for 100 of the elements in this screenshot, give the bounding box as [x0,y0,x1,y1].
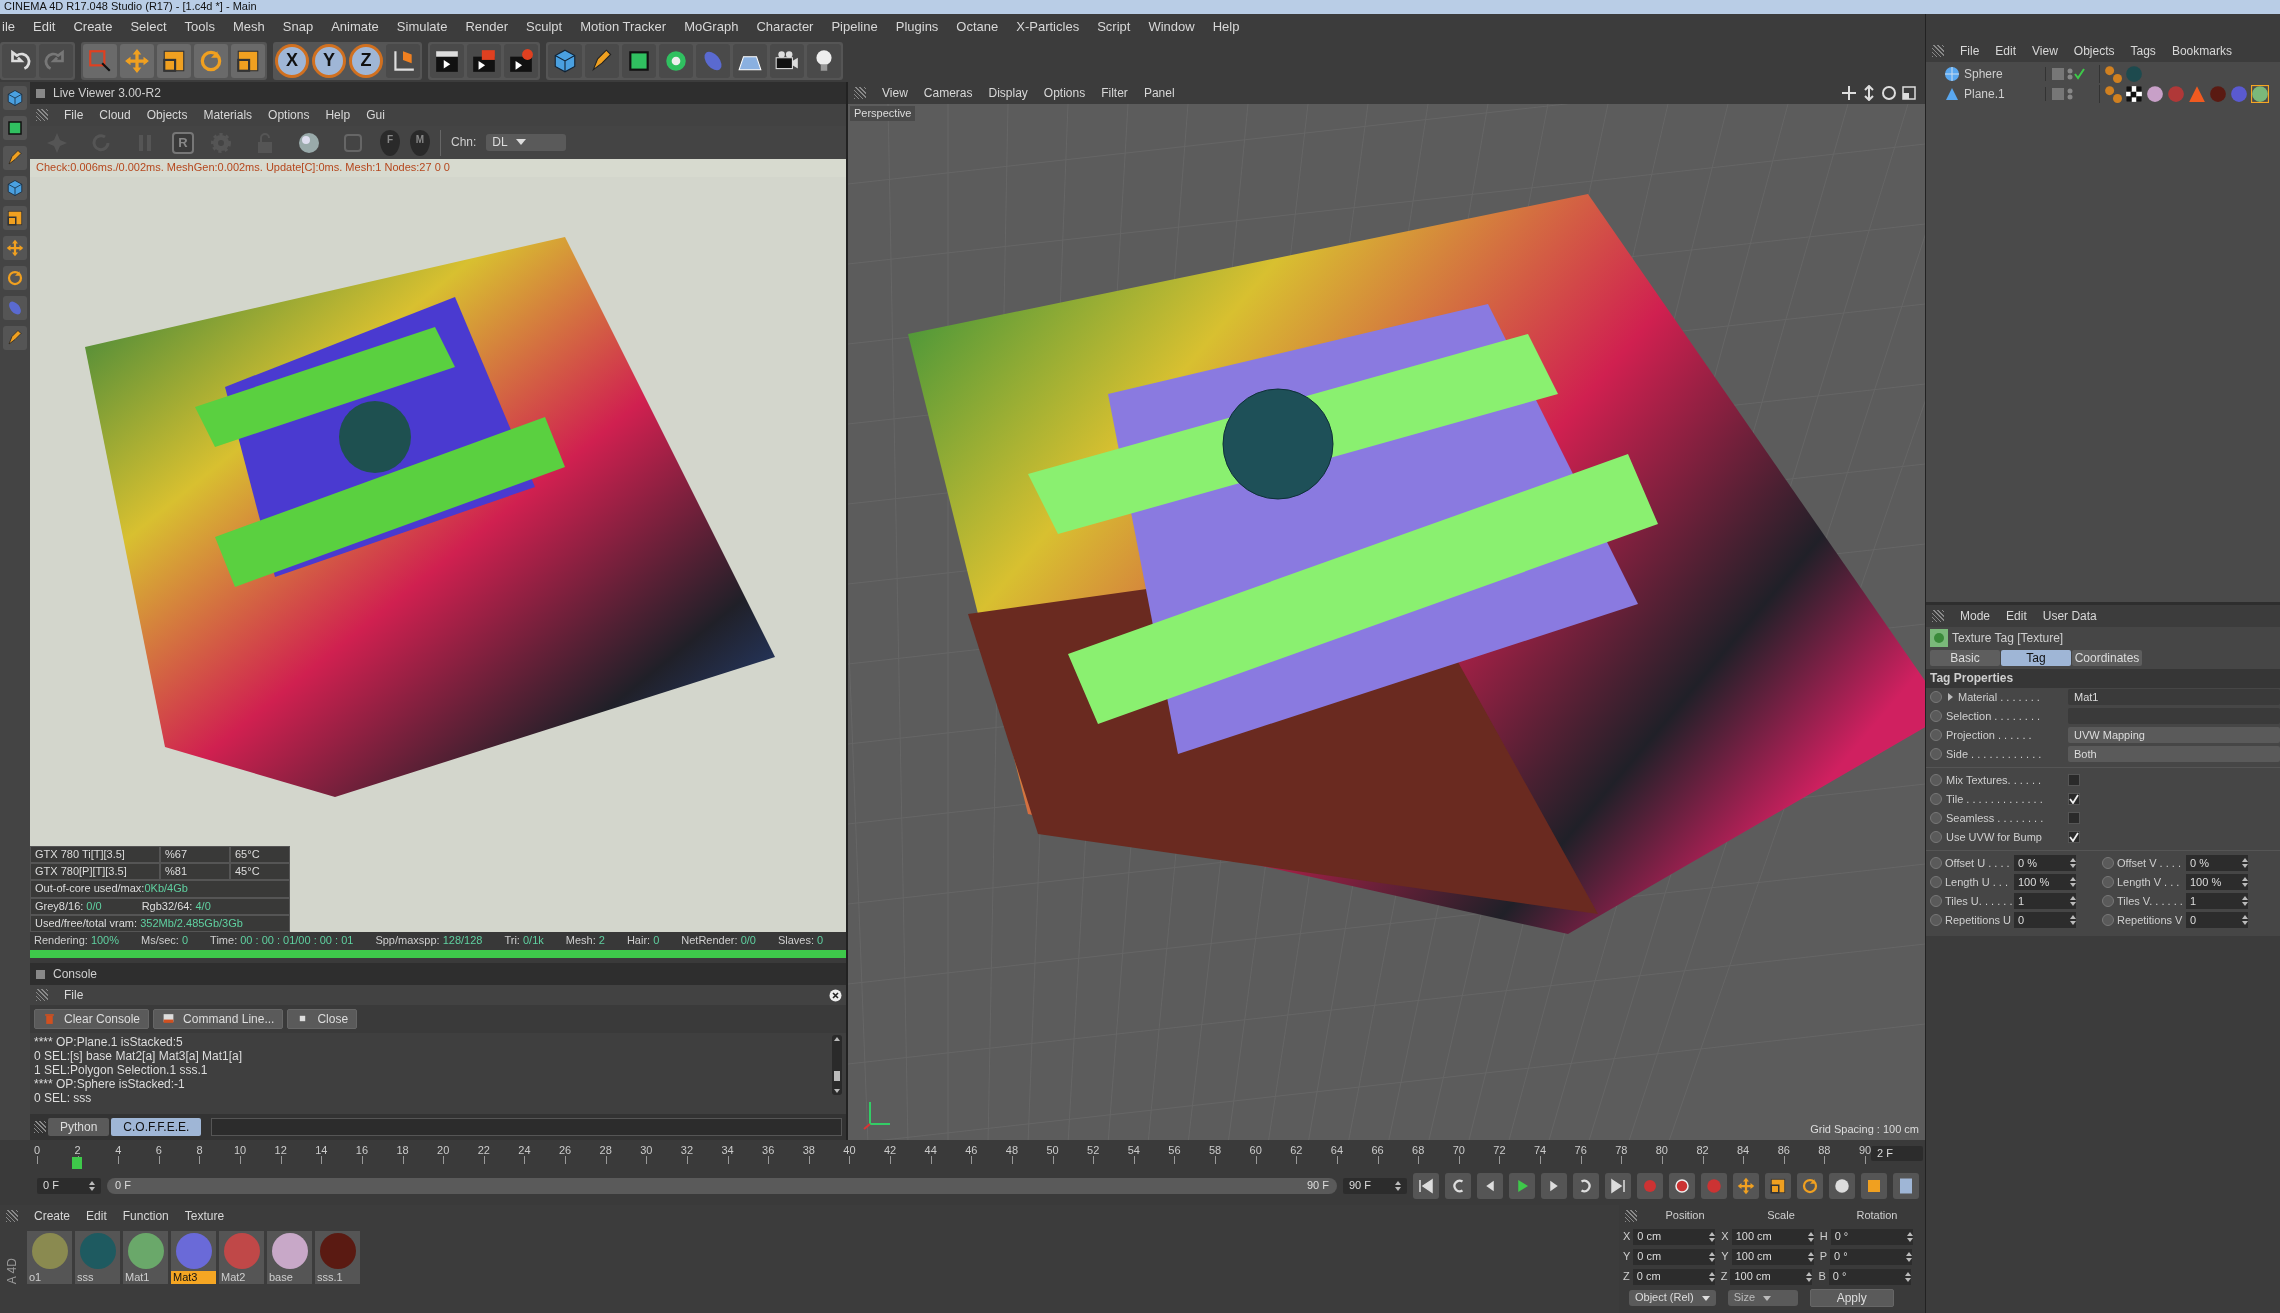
menu-item[interactable]: Display [988,85,1028,101]
menu-item[interactable]: Character [756,19,814,35]
menu-item[interactable]: View [882,85,908,101]
grip-icon[interactable] [1932,45,1944,57]
menu-item[interactable]: Mode [1960,608,1991,624]
end-frame-field[interactable]: 90 F [1343,1178,1407,1194]
go-to-start-icon[interactable] [1413,1173,1439,1199]
spinner-icon[interactable] [1806,1272,1813,1282]
menu-item[interactable]: Script [1097,19,1131,35]
menu-item[interactable]: Pipeline [831,19,878,35]
menu-item[interactable]: Bookmarks [2171,43,2232,59]
dropdown[interactable]: Both [2068,746,2280,763]
number-field[interactable]: 0 [2186,912,2248,929]
panel-handle-icon[interactable] [36,88,45,98]
console-button[interactable]: Close [287,1008,358,1030]
menu-item[interactable]: Create [73,19,113,35]
spinner-icon[interactable] [2070,858,2076,869]
material-tag-icon[interactable] [2146,85,2164,103]
checkbox[interactable] [2068,793,2080,806]
attribute-tab[interactable]: Tag [2001,650,2071,667]
spinner-icon[interactable] [89,1181,95,1191]
menu-item[interactable]: Function [122,1208,169,1224]
panel-handle-icon[interactable] [36,969,45,979]
menu-item[interactable]: User Data [2042,608,2097,624]
language-tab[interactable]: C.O.F.F.E.E. [111,1117,202,1137]
menu-item[interactable]: Select [130,19,167,35]
pen-icon[interactable] [585,44,619,78]
cube-icon[interactable] [3,86,27,110]
menu-item[interactable]: ile [2,19,15,35]
keyframe-toggle-icon[interactable] [1930,857,1942,870]
coordinate-system-icon[interactable] [386,44,420,78]
next-frame-icon[interactable] [1541,1173,1567,1199]
menu-item[interactable]: Render [465,19,509,35]
preview-range-bar[interactable]: 0 F 90 F [107,1178,1337,1194]
menu-item[interactable]: Edit [33,19,56,35]
size-mode-dropdown[interactable]: Size [1727,1290,1798,1306]
material-swatch[interactable]: base [267,1231,312,1285]
keyframe-toggle-icon[interactable] [1930,748,1942,761]
attribute-tab[interactable]: Coordinates [2072,650,2142,667]
spinner-icon[interactable] [2242,915,2248,926]
grip-icon[interactable] [36,109,48,121]
go-to-end-icon[interactable] [1605,1173,1631,1199]
camera-icon[interactable] [770,44,804,78]
previous-key-icon[interactable] [1445,1173,1471,1199]
dropdown[interactable]: UVW Mapping [2068,727,2280,744]
maximize-icon[interactable] [1901,85,1917,101]
spinner-icon[interactable] [1906,1252,1913,1262]
menu-item[interactable]: Tools [184,19,215,35]
grip-icon[interactable] [854,87,866,99]
spinner-icon[interactable] [1709,1232,1716,1242]
keyframe-toggle-icon[interactable] [1930,729,1942,742]
material-swatch[interactable]: Mat1 [123,1231,168,1285]
expand-arrow-icon[interactable] [1946,693,1954,702]
keyframe-toggle-icon[interactable] [1930,793,1942,806]
menu-item[interactable]: Animate [331,19,379,35]
object-name[interactable]: Sphere [1964,66,2003,82]
rotate-icon[interactable] [194,44,228,78]
console-button[interactable]: Command Line... [153,1008,284,1030]
close-icon[interactable] [829,988,842,1002]
clapperboard-icon[interactable] [467,44,501,78]
menu-item[interactable]: Motion Tracker [580,19,667,35]
menu-item[interactable]: Gui [366,107,385,123]
menu-item[interactable]: Cloud [99,107,131,123]
number-field[interactable]: 100 % [2186,874,2248,891]
spinner-icon[interactable] [1904,1272,1911,1282]
console-button[interactable]: Clear Console [34,1008,150,1030]
axis-lock-button[interactable]: Z [349,44,383,78]
menu-item[interactable]: Octane [956,19,999,35]
checkbox[interactable] [2068,774,2080,787]
checkbox[interactable] [2068,812,2080,825]
number-field[interactable]: 0 ° [1830,1229,1913,1245]
timeline-window-icon[interactable] [1893,1173,1919,1199]
material-swatch[interactable]: Mat3 [171,1231,216,1285]
object-name[interactable]: Plane.1 [1964,86,2005,102]
current-frame-field[interactable]: 2 F [1871,1146,1923,1162]
autokey-icon[interactable] [1669,1173,1695,1199]
material-swatch[interactable]: sss.1 [315,1231,360,1285]
menu-item[interactable]: Plugins [895,19,939,35]
menu-item[interactable]: Help [325,107,351,123]
axis-lock-button[interactable]: Y [312,44,346,78]
number-field[interactable]: 0 [2014,912,2076,929]
keyframe-toggle-icon[interactable] [1930,774,1942,787]
menu-item[interactable]: Edit [1995,43,2017,59]
attribute-tab[interactable]: Basic [1930,650,2000,667]
material-swatch[interactable]: o1 [27,1231,72,1285]
undo-icon[interactable] [2,44,36,78]
grip-icon[interactable] [6,1210,18,1222]
spinner-icon[interactable] [2070,915,2076,926]
clapperboard-icon[interactable] [430,44,464,78]
keyframe-toggle-icon[interactable] [1930,812,1942,825]
grip-icon[interactable] [34,1121,46,1133]
number-field[interactable]: 0 ° [1828,1269,1911,1285]
play-icon[interactable] [1509,1173,1535,1199]
playhead-handle[interactable] [72,1157,83,1169]
axis-lock-button[interactable]: X [275,44,309,78]
spinner-icon[interactable] [1807,1232,1814,1242]
clapperboard-icon[interactable] [504,44,538,78]
keyframe-toggle-icon[interactable] [2102,857,2114,870]
spinner-icon[interactable] [1906,1232,1913,1242]
menu-item[interactable]: Snap [282,19,314,35]
